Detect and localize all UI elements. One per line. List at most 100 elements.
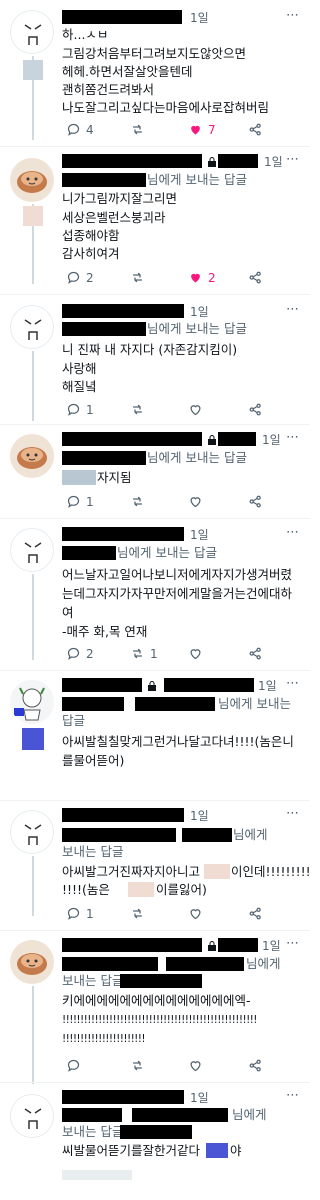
tweet-line: 아씨발칠칠맞게그런거나달고다녀!!!!(놈은니 <box>62 734 294 749</box>
redacted-reply-target <box>132 1108 228 1122</box>
like-button[interactable] <box>188 1058 203 1073</box>
more-options-icon[interactable]: ⋯ <box>286 936 300 951</box>
retweet-button[interactable] <box>130 494 145 509</box>
share-icon <box>249 907 261 920</box>
tweet-time[interactable]: 1일 <box>258 677 277 694</box>
retweet-button[interactable] <box>130 270 145 285</box>
avatar[interactable] <box>10 10 54 54</box>
avatar[interactable] <box>10 680 54 724</box>
share-button[interactable] <box>248 122 263 137</box>
retweet-button[interactable] <box>130 402 145 417</box>
reply-button[interactable]: 2 <box>66 270 94 285</box>
ghost-face-icon <box>24 24 42 45</box>
retweet-button[interactable]: 1 <box>130 646 158 661</box>
tweet-time[interactable]: 1일 <box>262 431 281 448</box>
reply-icon <box>67 403 80 416</box>
redacted-reply-target <box>62 697 124 711</box>
more-options-icon[interactable]: ⋯ <box>286 525 300 540</box>
share-button[interactable] <box>248 1058 263 1073</box>
more-options-icon[interactable]: ⋯ <box>286 152 300 167</box>
reply-button[interactable]: 4 <box>66 122 94 137</box>
redacted-reply-target <box>166 957 244 971</box>
tweet-time[interactable]: 1일 <box>190 807 209 824</box>
tweet-line: 해질녘 <box>62 379 97 394</box>
reply-context: 님에게 보내는 답글 <box>147 450 247 465</box>
reply-button[interactable]: 1 <box>66 906 94 921</box>
divider <box>0 670 310 671</box>
reply-button[interactable]: 1 <box>66 494 94 509</box>
like-button[interactable]: 2 <box>188 270 216 285</box>
redacted-reply-target <box>62 546 116 560</box>
avatar[interactable] <box>10 810 54 854</box>
reply-icon <box>67 271 80 284</box>
redacted-username <box>62 938 202 952</box>
more-options-icon[interactable]: ⋯ <box>286 430 300 445</box>
more-options-icon[interactable]: ⋯ <box>286 806 300 821</box>
redacted-reply-target <box>182 828 232 842</box>
divider <box>0 518 310 519</box>
tweet-time[interactable]: 1일 <box>190 9 209 26</box>
redacted-username <box>62 432 202 446</box>
share-button[interactable] <box>248 646 263 661</box>
avatar[interactable] <box>10 434 54 478</box>
reply-button[interactable]: 1 <box>66 402 94 417</box>
ghost-face-icon <box>24 1108 42 1129</box>
tweet-line: 니 진짜 내 자지다 (자존감지킴이) <box>62 342 238 357</box>
retweet-count: 1 <box>150 646 158 661</box>
avatar[interactable] <box>10 305 54 349</box>
more-options-icon[interactable]: ⋯ <box>286 8 300 23</box>
reply-icon <box>67 123 80 136</box>
cake-character-icon <box>17 447 47 469</box>
reply-count: 2 <box>86 270 94 285</box>
retweet-button[interactable] <box>130 122 145 137</box>
divider <box>0 424 310 425</box>
share-button[interactable] <box>248 270 263 285</box>
blurred-name <box>128 882 154 897</box>
more-options-icon[interactable]: ⋯ <box>286 676 300 691</box>
share-button[interactable] <box>248 402 263 417</box>
share-button[interactable] <box>248 494 263 509</box>
reply-icon <box>67 1059 80 1072</box>
reply-context: 님에게 보내는 답글 <box>147 321 247 336</box>
share-button[interactable] <box>248 906 263 921</box>
more-options-icon[interactable]: ⋯ <box>286 302 300 317</box>
reply-count: 1 <box>86 402 94 417</box>
reply-icon <box>67 647 80 660</box>
reply-button[interactable]: 2 <box>66 646 94 661</box>
redacted-reply-target <box>135 697 215 711</box>
avatar[interactable] <box>10 940 54 984</box>
tweet-line: 하...ㅅㅂ <box>62 27 109 42</box>
redacted-reply-target <box>62 828 176 842</box>
reply-button[interactable] <box>66 1058 81 1073</box>
avatar[interactable] <box>10 528 54 572</box>
reply-context: 보내는 답글 <box>62 973 124 988</box>
like-button[interactable] <box>188 494 203 509</box>
redacted-reply-target <box>62 173 146 187</box>
redacted-username <box>62 808 184 822</box>
reply-context: 님에게 보내는 답글 <box>117 545 217 560</box>
retweet-button[interactable] <box>130 906 145 921</box>
heart-icon <box>190 649 201 660</box>
share-icon <box>249 495 261 508</box>
more-options-icon[interactable]: ⋯ <box>286 1088 300 1103</box>
tweet-time[interactable]: 1일 <box>190 1089 209 1106</box>
thread-line <box>32 986 34 1084</box>
tweet-time[interactable]: 1일 <box>264 153 283 170</box>
avatar[interactable] <box>10 158 54 202</box>
retweet-button[interactable] <box>130 1058 145 1073</box>
thread-line <box>32 856 34 916</box>
tweet-line: 여 <box>62 605 74 620</box>
tweet-line: 는데그자지가자꾸만저에게말을거는건에대하 <box>62 586 293 601</box>
avatar[interactable] <box>10 1094 54 1138</box>
tweet-time[interactable]: 1일 <box>262 937 281 954</box>
tweet-time[interactable]: 1일 <box>190 303 209 320</box>
tweet-line: 괜히쫌건드려봐서 <box>62 82 155 97</box>
share-icon <box>249 271 261 284</box>
like-button[interactable]: 7 <box>188 122 216 137</box>
like-button[interactable] <box>188 402 203 417</box>
like-button[interactable] <box>188 646 203 661</box>
like-button[interactable] <box>188 906 203 921</box>
tweet-time[interactable]: 1일 <box>190 526 209 543</box>
reply-count: 1 <box>86 906 94 921</box>
heart-filled-icon <box>191 125 200 135</box>
